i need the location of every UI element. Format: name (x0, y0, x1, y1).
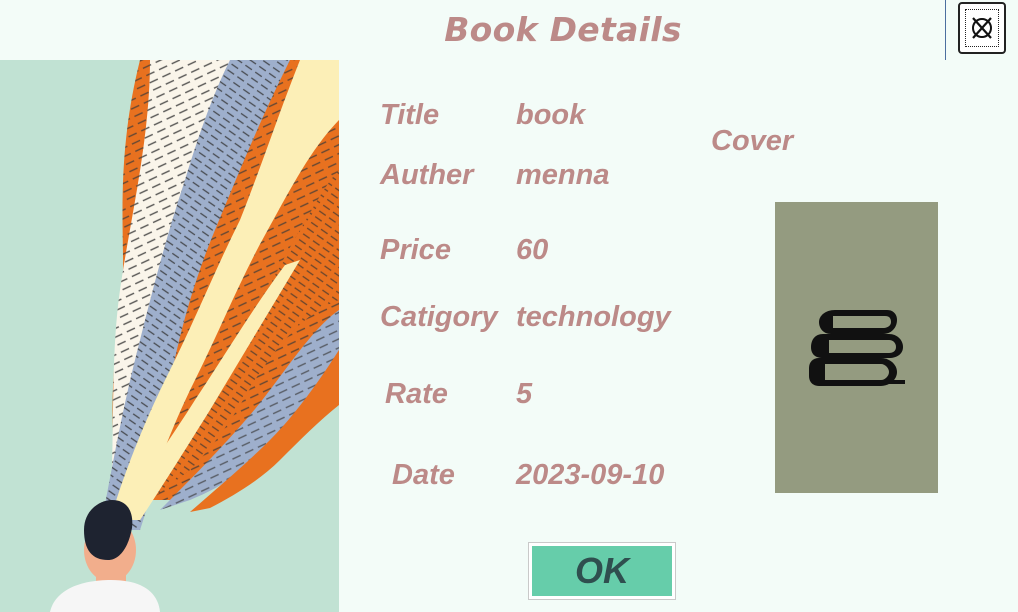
price-value: 60 (516, 234, 549, 266)
author-value: menna (516, 159, 610, 191)
ok-button[interactable]: OK (528, 542, 676, 600)
category-value: technology (516, 301, 671, 333)
books-stack-icon (808, 309, 905, 386)
rate-value: 5 (516, 378, 533, 410)
rate-label: Rate (385, 378, 448, 410)
price-label: Price (380, 234, 451, 266)
close-x-icon (972, 17, 992, 39)
title-value: book (516, 99, 586, 131)
author-label: Auther (380, 159, 474, 191)
close-button[interactable] (958, 2, 1006, 54)
title-divider (945, 0, 946, 60)
book-details-window: Book Details Title book Auther menna Pri… (0, 0, 1018, 612)
cover-label: Cover (711, 125, 794, 157)
dialog-title: Book Details (444, 10, 682, 49)
ok-button-label: OK (532, 546, 672, 596)
date-value: 2023-09-10 (516, 459, 665, 491)
date-label: Date (392, 459, 455, 491)
illustration-panel (0, 60, 339, 612)
person-with-flowing-book-pages-illustration (0, 60, 339, 612)
title-label: Title (380, 99, 440, 131)
category-label: Catigory (380, 301, 498, 333)
cover-image (775, 202, 938, 493)
